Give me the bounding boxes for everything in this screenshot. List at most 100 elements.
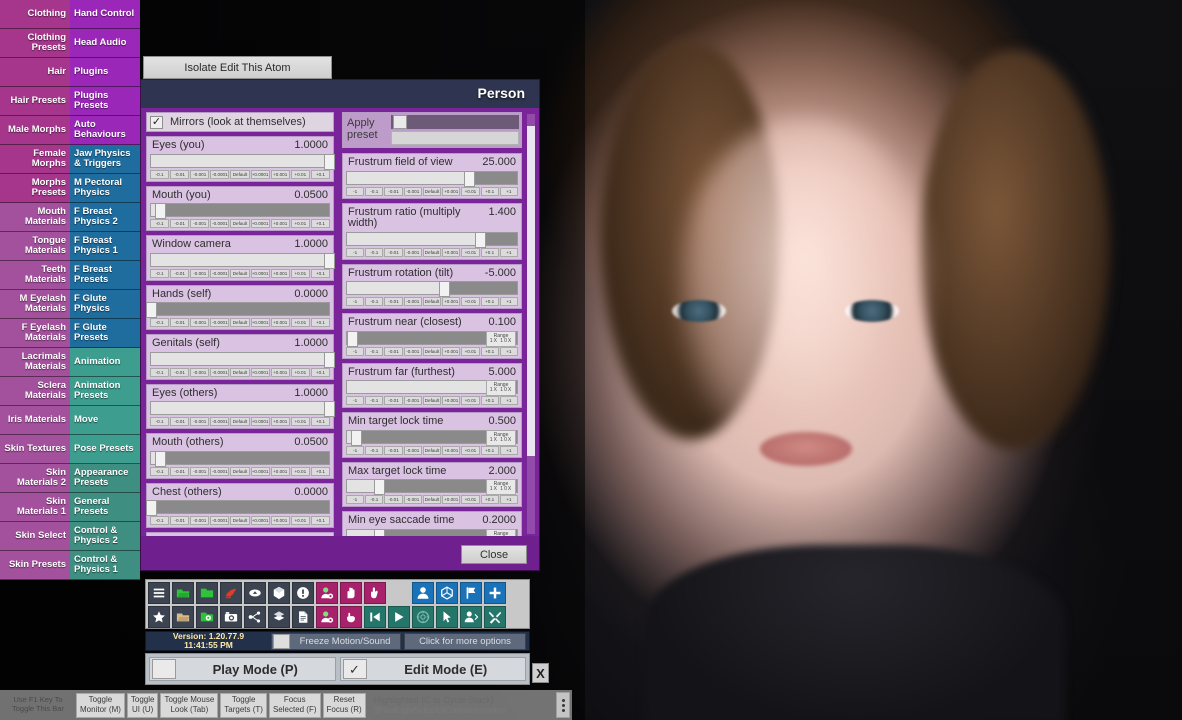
step-button-001[interactable]: -0.01 [384, 186, 403, 196]
close-button[interactable]: Close [461, 545, 527, 564]
step-button-01[interactable]: +0.1 [310, 516, 330, 526]
step-button-001[interactable]: +0.01 [461, 445, 480, 455]
step-button-00001[interactable]: +0.0001 [250, 318, 270, 328]
package-open-icon[interactable] [268, 606, 290, 628]
step-button-01[interactable]: -0.1 [365, 396, 384, 406]
step-button-001[interactable]: +0.01 [461, 346, 480, 356]
step-button-row[interactable]: -1 -0.1 -0.01 -0.001 Default +0.001 +0.01 +0.1 +… [346, 247, 518, 257]
range-multipliers[interactable]: 1X 10X [490, 338, 512, 344]
panel-scrollbar-thumb[interactable] [527, 126, 535, 456]
step-button-row[interactable]: -0.1 -0.01 -0.001 -0.0001 Default +0.0001 +0.0… [150, 417, 330, 427]
close-modebar-button[interactable]: X [532, 663, 549, 683]
apply-preset-slider[interactable] [391, 115, 519, 129]
step-button-Default[interactable]: Default [230, 367, 250, 377]
step-button-001[interactable]: +0.01 [461, 297, 480, 307]
step-button-0001[interactable]: +0.001 [442, 495, 461, 505]
step-button-001[interactable]: +0.01 [461, 186, 480, 196]
step-button-0001[interactable]: -0.001 [190, 169, 210, 179]
step-button-0001[interactable]: -0.001 [190, 268, 210, 278]
step-button-001[interactable]: -0.01 [384, 396, 403, 406]
apply-preset-control[interactable]: Apply preset [342, 112, 522, 148]
step-button-0001[interactable]: +0.001 [442, 297, 461, 307]
slider-track[interactable] [346, 170, 518, 187]
main-icon-toolbar[interactable] [145, 579, 530, 629]
step-button-1[interactable]: +1 [499, 247, 518, 257]
step-button-0001[interactable]: +0.001 [442, 186, 461, 196]
step-button-00001[interactable]: -0.0001 [210, 516, 230, 526]
step-button-0001[interactable]: +0.001 [270, 466, 290, 476]
sidebar-right-column[interactable]: Hand Control Head Audio Plugins Plugins Pre… [70, 0, 140, 580]
sidebar-item-control-physics-2[interactable]: Control & Physics 2 [70, 522, 140, 551]
step-button-00001[interactable]: -0.0001 [210, 417, 230, 427]
open-folder-icon[interactable] [196, 582, 218, 604]
step-button-001[interactable]: -0.01 [384, 297, 403, 307]
step-button-00001[interactable]: -0.0001 [210, 318, 230, 328]
apply-preset-knob[interactable] [393, 115, 407, 129]
slider-track[interactable] [150, 351, 335, 368]
freeze-motion-sound-toggle[interactable]: Freeze Motion/Sound [271, 632, 401, 650]
step-button-00001[interactable]: -0.0001 [210, 169, 230, 179]
step-button-01[interactable]: +0.1 [310, 466, 330, 476]
step-button-1[interactable]: +1 [499, 186, 518, 196]
step-button-00001[interactable]: -0.0001 [210, 367, 230, 377]
hint-button-focus-r[interactable]: Reset Focus (R) [322, 692, 366, 718]
scene-load-icon[interactable] [172, 606, 194, 628]
sidebar-item-skin-select[interactable]: Skin Select [0, 522, 70, 551]
step-button-1[interactable]: +1 [499, 396, 518, 406]
hint-button-monitor-m[interactable]: Toggle Monitor (M) [76, 692, 125, 718]
step-button-001[interactable]: -0.01 [170, 318, 190, 328]
slider-knob[interactable] [347, 330, 359, 347]
slider-track[interactable] [150, 153, 335, 170]
step-button-01[interactable]: -0.1 [150, 268, 170, 278]
sidebar-item-appearance-presets[interactable]: Appearance Presets [70, 464, 140, 493]
step-button-01[interactable]: -0.1 [150, 169, 170, 179]
step-button-00001[interactable]: -0.0001 [210, 219, 230, 229]
tools-icon[interactable] [484, 606, 506, 628]
step-button-01[interactable]: -0.1 [150, 367, 170, 377]
step-button-0001[interactable]: -0.001 [403, 396, 422, 406]
step-button-row[interactable]: -0.1 -0.01 -0.001 -0.0001 Default +0.0001 +0.0… [150, 367, 330, 377]
slider-knob[interactable] [374, 528, 386, 536]
prev-frame-icon[interactable] [364, 606, 386, 628]
step-button-1[interactable]: -1 [346, 247, 365, 257]
hint-button-selected-f[interactable]: Focus Selected (F) [268, 692, 321, 718]
play-mode-checkbox[interactable] [152, 659, 176, 679]
step-button-0001[interactable]: +0.001 [442, 247, 461, 257]
sidebar-item-clothing-presets[interactable]: Clothing Presets [0, 29, 70, 58]
range-multiplier-widget[interactable]: Range1X 10X [486, 330, 516, 347]
slider-track[interactable]: Range1X 10X [346, 330, 518, 347]
step-button-00001[interactable]: +0.0001 [250, 219, 270, 229]
isolate-edit-atom-button[interactable]: Isolate Edit This Atom [143, 56, 332, 79]
sidebar-item-female-morphs[interactable]: Female Morphs [0, 145, 70, 174]
step-button-001[interactable]: +0.01 [461, 495, 480, 505]
slider-track[interactable]: Range1X 10X [346, 380, 518, 397]
step-button-01[interactable]: +0.1 [480, 495, 499, 505]
step-button-row[interactable]: -1 -0.1 -0.01 -0.001 Default +0.001 +0.01 +0.1 +… [346, 445, 518, 455]
step-button-00001[interactable]: -0.0001 [210, 466, 230, 476]
step-button-row[interactable]: -1 -0.1 -0.01 -0.001 Default +0.001 +0.01 +0.1 +… [346, 186, 518, 196]
sidebar-item-pose-presets[interactable]: Pose Presets [70, 435, 140, 464]
step-button-Default[interactable]: Default [230, 516, 250, 526]
step-button-001[interactable]: -0.01 [170, 417, 190, 427]
person-select-icon[interactable] [460, 606, 482, 628]
add-person-icon[interactable] [412, 582, 434, 604]
sidebar-item-hair[interactable]: Hair [0, 58, 70, 87]
step-button-0001[interactable]: -0.001 [190, 367, 210, 377]
hint-buttons[interactable]: Toggle Monitor (M) Toggle UI (U) Toggle Mous… [76, 692, 366, 718]
step-button-01[interactable]: -0.1 [365, 346, 384, 356]
step-button-row[interactable]: -0.1 -0.01 -0.001 -0.0001 Default +0.0001 +0.0… [150, 516, 330, 526]
range-multiplier-widget[interactable]: Range1X 10X [486, 380, 516, 397]
unity-icon[interactable] [436, 582, 458, 604]
sidebar-item-tongue-materials[interactable]: Tongue Materials [0, 232, 70, 261]
mode-toggle-bar[interactable]: Play Mode (P) ✓ Edit Mode (E) [145, 653, 530, 685]
step-button-0001[interactable]: +0.001 [270, 268, 290, 278]
step-button-001[interactable]: +0.01 [290, 268, 310, 278]
step-button-00001[interactable]: -0.0001 [210, 268, 230, 278]
step-button-row[interactable]: -0.1 -0.01 -0.001 -0.0001 Default +0.0001 +0.0… [150, 268, 330, 278]
step-button-00001[interactable]: +0.0001 [250, 268, 270, 278]
favorite-star-icon[interactable] [148, 606, 170, 628]
step-button-01[interactable]: +0.1 [480, 247, 499, 257]
step-button-row[interactable]: -1 -0.1 -0.01 -0.001 Default +0.001 +0.01 +0.1 +… [346, 396, 518, 406]
slider-knob[interactable] [438, 281, 450, 298]
slider-track[interactable] [150, 401, 335, 418]
